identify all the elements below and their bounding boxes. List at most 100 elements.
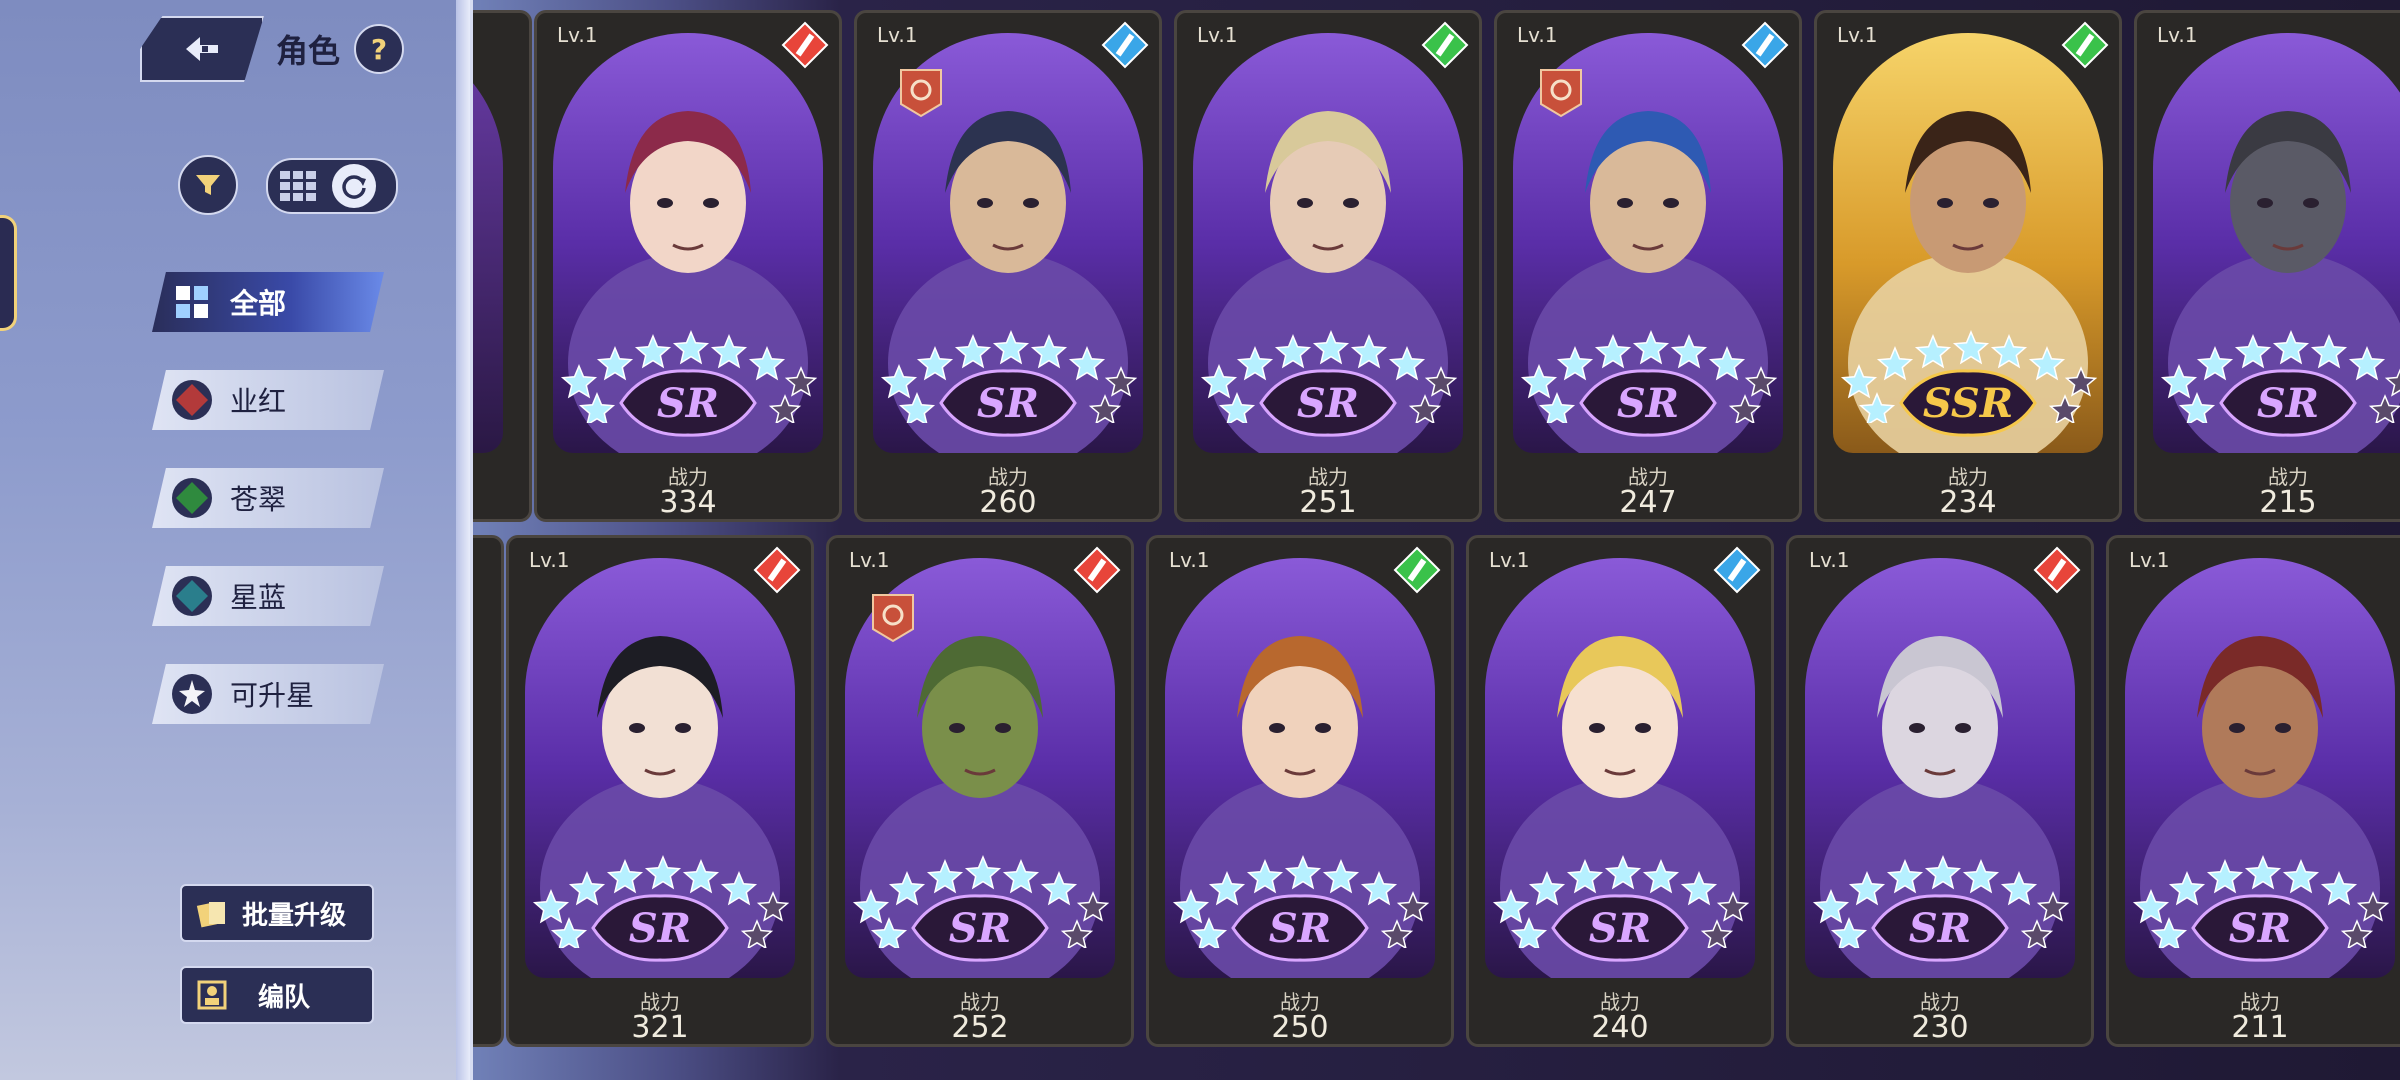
power-value: 211: [2231, 1010, 2289, 1045]
green-diamond-icon: [168, 474, 216, 522]
formation-button[interactable]: 编队: [180, 966, 374, 1024]
power-value: 247: [1619, 485, 1677, 520]
character-card[interactable]: Lv.1 SR 战力 240: [1466, 535, 1774, 1047]
character-card[interactable]: Lv.1 SR 战力 247: [1494, 10, 1802, 522]
power-value: 321: [631, 1010, 689, 1045]
formation-icon: [192, 975, 232, 1015]
character-card[interactable]: Lv.1 SR 战力 252: [826, 535, 1134, 1047]
sword-icon: [1741, 21, 1789, 69]
character-card[interactable]: Lv.1 SR 战力 215: [2134, 10, 2400, 522]
sword-icon: [1073, 546, 1121, 594]
grid-squares-icon: [168, 278, 216, 326]
power-value: 240: [1591, 1010, 1649, 1045]
tab-label: 全部: [230, 287, 287, 320]
tab-label: 业红: [230, 385, 287, 418]
back-button[interactable]: [140, 16, 264, 82]
power-value: 260: [979, 485, 1037, 520]
role-badge-icon: [1540, 69, 1582, 118]
rarity-badge: SR: [911, 894, 1049, 962]
level-label: Lv.1: [1809, 548, 1850, 572]
rarity-text: SR: [2257, 380, 2319, 427]
grid-view-icon[interactable]: [268, 160, 328, 212]
side-handle[interactable]: [0, 215, 17, 331]
level-label: Lv.1: [877, 23, 918, 47]
tab-label: 可升星: [230, 679, 315, 712]
tab-all[interactable]: 全部: [152, 272, 384, 332]
tab-upgradable[interactable]: 可升星: [152, 664, 384, 724]
knife-icon: [1101, 21, 1149, 69]
rarity-text: SR: [1297, 380, 1359, 427]
view-toggle[interactable]: [266, 158, 398, 214]
refresh-icon[interactable]: [332, 164, 376, 208]
tab-blue[interactable]: 星蓝: [152, 566, 384, 626]
character-card[interactable]: Lv.1 SR 战力 251: [1174, 10, 1482, 522]
batch-upgrade-button[interactable]: 批量升级: [180, 884, 374, 942]
power-value: 252: [951, 1010, 1009, 1045]
rarity-badge: SSR: [1899, 369, 2037, 437]
rarity-text: SR: [1589, 905, 1651, 952]
rarity-badge: SR: [939, 369, 1077, 437]
character-card[interactable]: Lv.1 SSR 战力 234: [1814, 10, 2122, 522]
level-label: Lv.1: [1489, 548, 1530, 572]
batch-upgrade-label: 批量升级: [242, 900, 347, 931]
tab-red[interactable]: 业红: [152, 370, 384, 430]
cards-icon: [192, 893, 232, 933]
rarity-badge: SR: [1579, 369, 1717, 437]
rarity-text: SR: [629, 905, 691, 952]
star-sparkle-icon: [168, 670, 216, 718]
character-card[interactable]: Lv.1 SR 战力 321: [506, 535, 814, 1047]
level-label: Lv.1: [1517, 23, 1558, 47]
page-title: 角色: [276, 32, 341, 70]
back-arrow-icon: [186, 37, 218, 61]
panel-divider: [456, 0, 470, 1080]
power-value: 250: [1271, 1010, 1329, 1045]
swirl-icon: [1421, 21, 1469, 69]
character-card[interactable]: Lv.1 SR 战力 211: [2106, 535, 2400, 1047]
character-card[interactable]: Lv.1 SR 战力 260: [854, 10, 1162, 522]
power-value: 215: [2259, 485, 2317, 520]
level-label: Lv.1: [849, 548, 890, 572]
power-value: 230: [1911, 1010, 1969, 1045]
help-icon: ?: [370, 32, 388, 66]
rarity-text: SR: [657, 380, 719, 427]
gear-icon: [753, 546, 801, 594]
rarity-badge: SR: [1259, 369, 1397, 437]
rarity-text: SR: [1269, 905, 1331, 952]
power-value: 334: [659, 485, 717, 520]
rarity-text: SR: [977, 380, 1039, 427]
rarity-badge: SR: [619, 369, 757, 437]
rarity-badge: SR: [2191, 894, 2329, 962]
funnel-icon: [196, 175, 220, 195]
power-value: 234: [1939, 485, 1997, 520]
character-card[interactable]: Lv.1 SR 战力 250: [1146, 535, 1454, 1047]
rarity-badge: SR: [1231, 894, 1369, 962]
character-card[interactable]: Lv.1 SR 战力 334: [534, 10, 842, 522]
rarity-text: SR: [1909, 905, 1971, 952]
rarity-text: SSR: [1923, 380, 2013, 427]
rarity-badge: SR: [591, 894, 729, 962]
level-label: Lv.1: [1837, 23, 1878, 47]
flame-icon: [781, 21, 829, 69]
tab-green[interactable]: 苍翠: [152, 468, 384, 528]
power-value: 251: [1299, 485, 1357, 520]
red-diamond-icon: [168, 376, 216, 424]
rarity-badge: SR: [1871, 894, 2009, 962]
formation-label: 编队: [258, 982, 311, 1013]
level-label: Lv.1: [1197, 23, 1238, 47]
sword-icon: [2061, 21, 2109, 69]
help-button[interactable]: ?: [354, 24, 405, 74]
rarity-text: SR: [2229, 905, 2291, 952]
filter-button[interactable]: [178, 155, 238, 215]
rarity-badge: SR: [1551, 894, 1689, 962]
character-card[interactable]: Lv.1 SR 战力 230: [1786, 535, 2094, 1047]
level-label: Lv.1: [1169, 548, 1210, 572]
sword-icon: [1393, 546, 1441, 594]
tab-label: 星蓝: [230, 581, 287, 614]
rarity-text: SR: [1617, 380, 1679, 427]
level-label: Lv.1: [2129, 548, 2170, 572]
level-label: Lv.1: [557, 23, 598, 47]
level-label: Lv.1: [2157, 23, 2198, 47]
swirl-icon: [2033, 546, 2081, 594]
role-badge-icon: [872, 594, 914, 643]
rarity-badge: SR: [2219, 369, 2357, 437]
